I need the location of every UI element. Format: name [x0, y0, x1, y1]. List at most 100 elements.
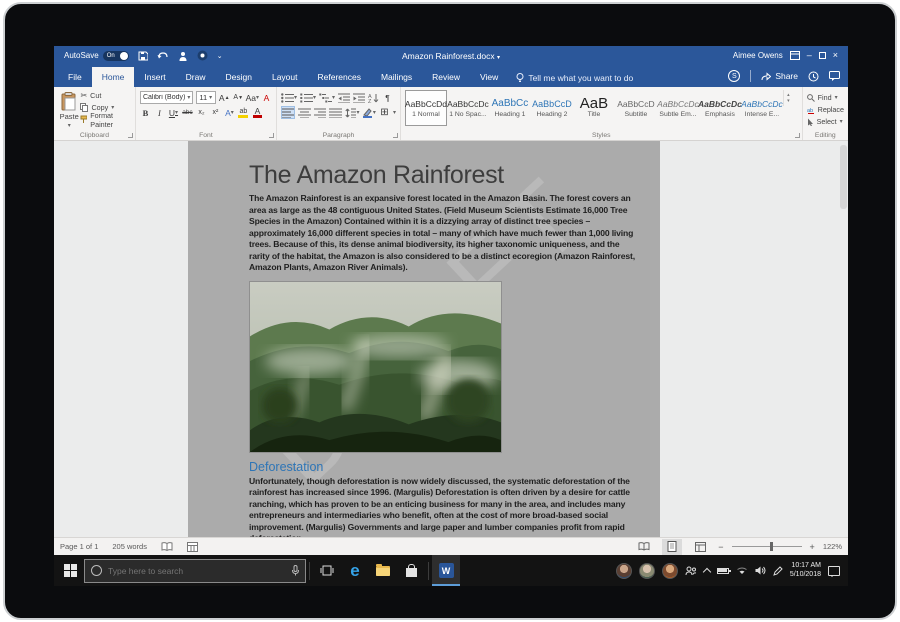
style-emphasis[interactable]: AaBbCcDc Emphasis — [699, 90, 741, 126]
style-normal[interactable]: AaBbCcDd 1 Normal — [405, 90, 447, 126]
format-painter-button[interactable]: Format Painter — [80, 114, 131, 125]
font-dialog-launcher[interactable] — [269, 133, 274, 138]
clipboard-dialog-launcher[interactable] — [128, 133, 133, 138]
tab-file[interactable]: File — [58, 67, 92, 87]
search-input[interactable] — [108, 566, 286, 576]
minimize-button[interactable]: – — [807, 51, 812, 60]
font-color-button[interactable]: A — [252, 106, 263, 119]
document-page[interactable]: DRAFT The Amazon Rainforest The Amazon R… — [188, 141, 660, 537]
start-button[interactable] — [58, 555, 82, 586]
people-bar-icon[interactable] — [685, 566, 697, 576]
sort-icon[interactable]: AZ — [368, 91, 379, 104]
zoom-slider[interactable] — [732, 546, 802, 547]
document-title[interactable]: Amazon Rainforest.docx ▾ — [402, 51, 500, 61]
bullet-list-icon[interactable]: ▾ — [281, 91, 297, 104]
shading-icon[interactable]: ▾ — [362, 106, 375, 119]
word-taskbar-icon[interactable]: W — [432, 555, 460, 586]
wifi-icon[interactable] — [736, 566, 748, 575]
word-count[interactable]: 205 words — [112, 542, 147, 551]
edge-icon[interactable]: e — [341, 555, 369, 586]
vertical-scrollbar[interactable] — [840, 145, 847, 537]
align-right-icon[interactable] — [314, 106, 327, 119]
show-paragraph-marks-icon[interactable]: ¶ — [382, 91, 393, 104]
zoom-in-button[interactable]: + — [810, 542, 815, 552]
text-effects-button[interactable]: A▾ — [224, 106, 235, 119]
account-user-name[interactable]: Aimee Owens — [733, 51, 783, 60]
microsoft-store-icon[interactable] — [397, 555, 425, 586]
replace-button[interactable]: ab Replace — [807, 104, 844, 115]
paragraph-dialog-launcher[interactable] — [393, 133, 398, 138]
bold-button[interactable]: B — [140, 106, 151, 119]
proofing-icon[interactable] — [161, 542, 173, 552]
font-size-combo[interactable]: 11 ▾ — [196, 91, 215, 104]
zoom-out-button[interactable]: − — [718, 542, 723, 552]
tab-view[interactable]: View — [470, 67, 508, 87]
change-case-button[interactable]: Aa▾ — [247, 91, 258, 104]
file-explorer-icon[interactable] — [369, 555, 397, 586]
tab-draw[interactable]: Draw — [176, 67, 216, 87]
taskbar-clock[interactable]: 10:17 AM 5/10/2018 — [790, 562, 821, 579]
tab-review[interactable]: Review — [422, 67, 470, 87]
skype-icon[interactable]: S — [728, 70, 740, 82]
people-avatar-2[interactable] — [639, 563, 655, 579]
superscript-button[interactable]: x² — [210, 106, 221, 119]
subscript-button[interactable]: x₂ — [196, 106, 207, 119]
tab-insert[interactable]: Insert — [134, 67, 175, 87]
shrink-font-button[interactable]: A▼ — [233, 91, 244, 104]
style-heading1[interactable]: AaBbCc Heading 1 — [489, 90, 531, 126]
font-name-combo[interactable]: Calibri (Body) ▾ — [140, 91, 193, 104]
zoom-slider-thumb[interactable] — [770, 542, 773, 551]
show-hidden-icons-chevron[interactable] — [703, 568, 711, 576]
strikethrough-button[interactable]: abc — [182, 106, 193, 119]
style-intense-emphasis[interactable]: AaBbCcDc Intense E... — [741, 90, 783, 126]
tab-design[interactable]: Design — [216, 67, 262, 87]
find-button[interactable]: Find ▾ — [807, 92, 844, 103]
action-center-icon[interactable] — [828, 566, 840, 576]
style-title[interactable]: AaB Title — [573, 90, 615, 126]
borders-icon[interactable]: ⊞ — [379, 106, 390, 119]
tab-references[interactable]: References — [308, 67, 371, 87]
tab-home[interactable]: Home — [92, 67, 135, 87]
autosave-control[interactable]: AutoSave On — [64, 51, 129, 61]
style-no-spacing[interactable]: AaBbCcDc 1 No Spac... — [447, 90, 489, 126]
decrease-indent-icon[interactable] — [338, 91, 350, 104]
presence-circle-icon[interactable] — [197, 50, 208, 61]
close-button[interactable]: × — [833, 51, 838, 60]
microphone-icon[interactable] — [292, 565, 299, 576]
battery-icon[interactable] — [717, 568, 729, 574]
justify-icon[interactable] — [329, 106, 342, 119]
clear-formatting-button[interactable]: A — [261, 91, 272, 104]
page-indicator[interactable]: Page 1 of 1 — [60, 542, 98, 551]
tab-layout[interactable]: Layout — [262, 67, 308, 87]
select-button[interactable]: Select ▾ — [807, 116, 844, 127]
highlight-button[interactable]: ab — [238, 106, 249, 119]
comments-icon[interactable] — [829, 71, 840, 81]
touch-mouse-mode-icon[interactable] — [178, 51, 188, 61]
grow-font-button[interactable]: A▲ — [219, 91, 230, 104]
volume-icon[interactable] — [755, 566, 766, 575]
align-left-icon[interactable] — [281, 106, 296, 119]
style-subtle-emphasis[interactable]: AaBbCcDc Subtle Em... — [657, 90, 699, 126]
paste-button[interactable]: Paste ▾ — [58, 90, 80, 129]
restore-button[interactable] — [819, 52, 826, 59]
align-center-icon[interactable] — [298, 106, 311, 119]
activity-history-icon[interactable] — [808, 71, 819, 82]
italic-button[interactable]: I — [154, 106, 165, 119]
print-layout-icon[interactable] — [662, 539, 682, 555]
read-mode-icon[interactable] — [634, 539, 654, 555]
ribbon-display-options-icon[interactable] — [790, 51, 800, 60]
multilevel-list-icon[interactable]: ▾ — [319, 91, 335, 104]
customize-qat-icon[interactable]: ⌄ — [217, 52, 223, 60]
autosave-toggle[interactable]: On — [103, 51, 129, 61]
numbered-list-icon[interactable]: ▾ — [300, 91, 316, 104]
macro-recording-icon[interactable] — [187, 542, 198, 552]
tab-mailings[interactable]: Mailings — [371, 67, 422, 87]
increase-indent-icon[interactable] — [353, 91, 365, 104]
zoom-level[interactable]: 122% — [823, 542, 842, 551]
styles-scroll-down-icon[interactable]: ▾ — [787, 98, 790, 104]
style-heading2[interactable]: AaBbCcD Heading 2 — [531, 90, 573, 126]
line-spacing-icon[interactable]: ▾ — [345, 106, 359, 119]
undo-icon[interactable] — [157, 51, 169, 61]
task-view-icon[interactable] — [313, 555, 341, 586]
people-avatar-3[interactable] — [662, 563, 678, 579]
